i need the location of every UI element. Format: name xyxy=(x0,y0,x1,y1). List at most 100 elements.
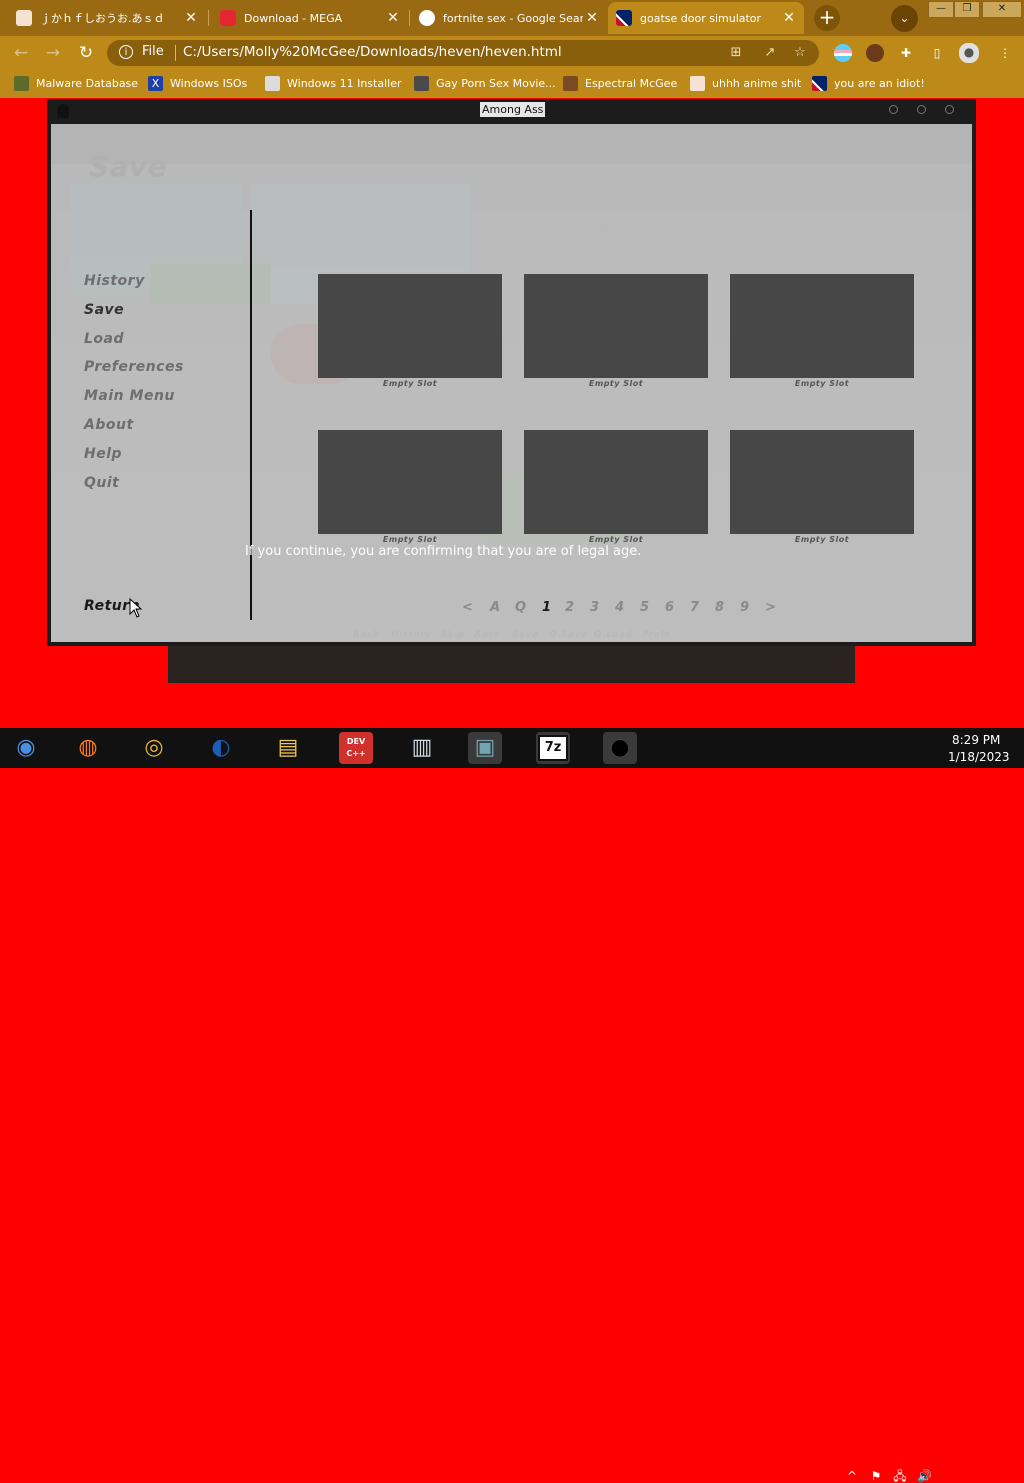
save-slot-2[interactable] xyxy=(524,274,708,378)
menu-preferences[interactable]: Preferences xyxy=(84,359,184,375)
quick-skip-button[interactable]: Skip xyxy=(441,630,465,640)
page-9-button[interactable]: 9 xyxy=(740,600,750,615)
quick-qload-button[interactable]: Q.Load xyxy=(594,630,633,640)
game-window-icon xyxy=(57,104,69,118)
share-icon[interactable]: ↗ xyxy=(761,44,779,62)
quick-auto-button[interactable]: Auto xyxy=(474,630,500,640)
page-next-button[interactable]: > xyxy=(765,600,776,615)
bookmark-you-are-an-idiot[interactable]: you are an idiot! xyxy=(812,76,925,91)
side-panel-icon[interactable]: ▯ xyxy=(928,44,946,62)
save-slot-4[interactable] xyxy=(318,430,502,534)
page-4-button[interactable]: 4 xyxy=(615,600,625,615)
page-quick-button[interactable]: Q xyxy=(515,600,527,615)
new-tab-button[interactable]: + xyxy=(814,5,840,31)
volume-icon[interactable]: 🔊 xyxy=(917,1469,932,1483)
bookmark-windows-isos[interactable]: X Windows ISOs xyxy=(148,76,247,91)
taskbar-app[interactable]: ◍ xyxy=(71,732,105,764)
taskbar-app[interactable]: ◎ xyxy=(137,732,171,764)
bookmark-label: uhhh anime shit xyxy=(712,77,802,90)
trans-flag-extension-icon[interactable] xyxy=(834,44,852,62)
menu-help[interactable]: Help xyxy=(84,446,122,462)
bookmark-espectral-mcgee[interactable]: Espectral McGee xyxy=(563,76,677,91)
tab-mega[interactable]: Download - MEGA ✕ xyxy=(212,2,408,34)
profile-avatar-icon[interactable]: ● xyxy=(959,43,979,63)
menu-history[interactable]: History xyxy=(84,273,145,289)
translate-icon[interactable]: ⊞ xyxy=(727,44,745,62)
back-button[interactable]: ← xyxy=(10,42,32,64)
reload-button[interactable]: ↻ xyxy=(75,42,97,64)
anime-avatar-icon xyxy=(16,10,32,26)
menu-save[interactable]: Save xyxy=(84,302,124,318)
bookmark-windows-11-installer[interactable]: Windows 11 Installer xyxy=(265,76,402,91)
close-tab-icon[interactable]: ✕ xyxy=(780,10,798,26)
bookmark-star-icon[interactable]: ☆ xyxy=(791,44,809,62)
slot-label: Empty Slot xyxy=(382,535,438,544)
game-maximize-button[interactable] xyxy=(917,105,926,114)
save-slot-1[interactable] xyxy=(318,274,502,378)
close-tab-icon[interactable]: ✕ xyxy=(583,10,601,26)
page-2-button[interactable]: 2 xyxy=(565,600,575,615)
menu-load[interactable]: Load xyxy=(84,331,124,347)
network-icon[interactable]: 🖧 xyxy=(893,1469,907,1483)
game-close-button[interactable] xyxy=(945,105,954,114)
quick-save-button[interactable]: Save xyxy=(512,630,539,640)
close-window-button[interactable]: ✕ xyxy=(982,1,1022,18)
menu-quit[interactable]: Quit xyxy=(84,475,119,491)
page-6-button[interactable]: 6 xyxy=(665,600,675,615)
taskbar-app[interactable]: DEV C++ xyxy=(339,732,373,764)
scheme-label: File xyxy=(142,44,164,59)
save-slot-6[interactable] xyxy=(730,430,914,534)
quick-back-button[interactable]: Back xyxy=(353,630,379,640)
forward-button[interactable]: → xyxy=(42,42,64,64)
info-icon[interactable]: i xyxy=(119,45,133,59)
bookmark-label: Malware Database xyxy=(36,77,139,90)
clock-time[interactable]: 8:29 PM xyxy=(952,733,1000,747)
restore-button[interactable]: ❐ xyxy=(954,1,980,18)
tray-chevron-icon[interactable]: ^ xyxy=(845,1469,859,1483)
page-prev-button[interactable]: < xyxy=(462,600,473,615)
screen-title: Save xyxy=(89,150,168,183)
puzzle-extensions-icon[interactable]: ✚ xyxy=(897,44,915,62)
browser-menu-icon[interactable]: ⋮ xyxy=(996,44,1014,62)
save-slot-5[interactable] xyxy=(524,430,708,534)
action-center-flag-icon[interactable]: ⚑ xyxy=(869,1469,883,1483)
tab-search-button[interactable]: ⌄ xyxy=(891,5,918,32)
avatar-extension-icon[interactable] xyxy=(866,44,884,62)
menu-main-menu[interactable]: Main Menu xyxy=(84,388,175,404)
menu-about[interactable]: About xyxy=(84,417,134,433)
tab-anime[interactable]: ｊかｈｆしおうお.あｓｄ ✕ xyxy=(8,2,206,34)
taskbar-app[interactable]: ◉ xyxy=(9,732,43,764)
page-5-button[interactable]: 5 xyxy=(640,600,650,615)
game-title-bar: Among Ass xyxy=(47,99,976,123)
quick-qsave-button[interactable]: Q.Save xyxy=(549,630,588,640)
taskbar-app[interactable]: ▣ xyxy=(468,732,502,764)
game-save-screen: Save Page 1 History Save Load Preference… xyxy=(51,124,972,642)
page-8-button[interactable]: 8 xyxy=(715,600,725,615)
quick-history-button[interactable]: History xyxy=(391,630,431,640)
tab-google[interactable]: fortnite sex - Google Sear ✕ xyxy=(413,2,607,34)
save-slot-3[interactable] xyxy=(730,274,914,378)
taskbar-app[interactable]: ● xyxy=(603,732,637,764)
page-7-button[interactable]: 7 xyxy=(690,600,700,615)
close-tab-icon[interactable]: ✕ xyxy=(182,10,200,26)
minimize-button[interactable]: — xyxy=(928,1,954,18)
page-1-button[interactable]: 1 xyxy=(542,600,552,615)
taskbar-app[interactable]: ▤ xyxy=(271,732,305,764)
browser-tab-bar: ｊかｈｆしおうお.あｓｄ ✕ Download - MEGA ✕ fortnit… xyxy=(0,0,1024,36)
quick-prefs-button[interactable]: Prefs xyxy=(642,630,671,640)
bookmark-uhhh-anime-shit[interactable]: uhhh anime shit xyxy=(690,76,801,91)
bookmark-gay-porn-sex-movie[interactable]: Gay Porn Sex Movie... xyxy=(414,76,556,91)
taskbar-app[interactable]: ▥ xyxy=(405,732,439,764)
taskbar-app[interactable]: 7z xyxy=(536,732,570,764)
tab-goatse-door[interactable]: goatse door simulator ✕ xyxy=(608,2,804,34)
close-tab-icon[interactable]: ✕ xyxy=(384,10,402,26)
page-auto-button[interactable]: A xyxy=(490,600,501,615)
address-bar[interactable]: i File C:/Users/Molly%20McGee/Downloads/… xyxy=(107,40,819,66)
bookmark-malware-database[interactable]: Malware Database xyxy=(14,76,138,91)
taskbar-app[interactable]: ◐ xyxy=(204,732,238,764)
page-3-button[interactable]: 3 xyxy=(590,600,600,615)
devcpp-icon: DEV C++ xyxy=(346,737,366,758)
clock-date[interactable]: 1/18/2023 xyxy=(948,750,1010,764)
url-text[interactable]: C:/Users/Molly%20McGee/Downloads/heven/h… xyxy=(183,44,562,60)
game-minimize-button[interactable] xyxy=(889,105,898,114)
